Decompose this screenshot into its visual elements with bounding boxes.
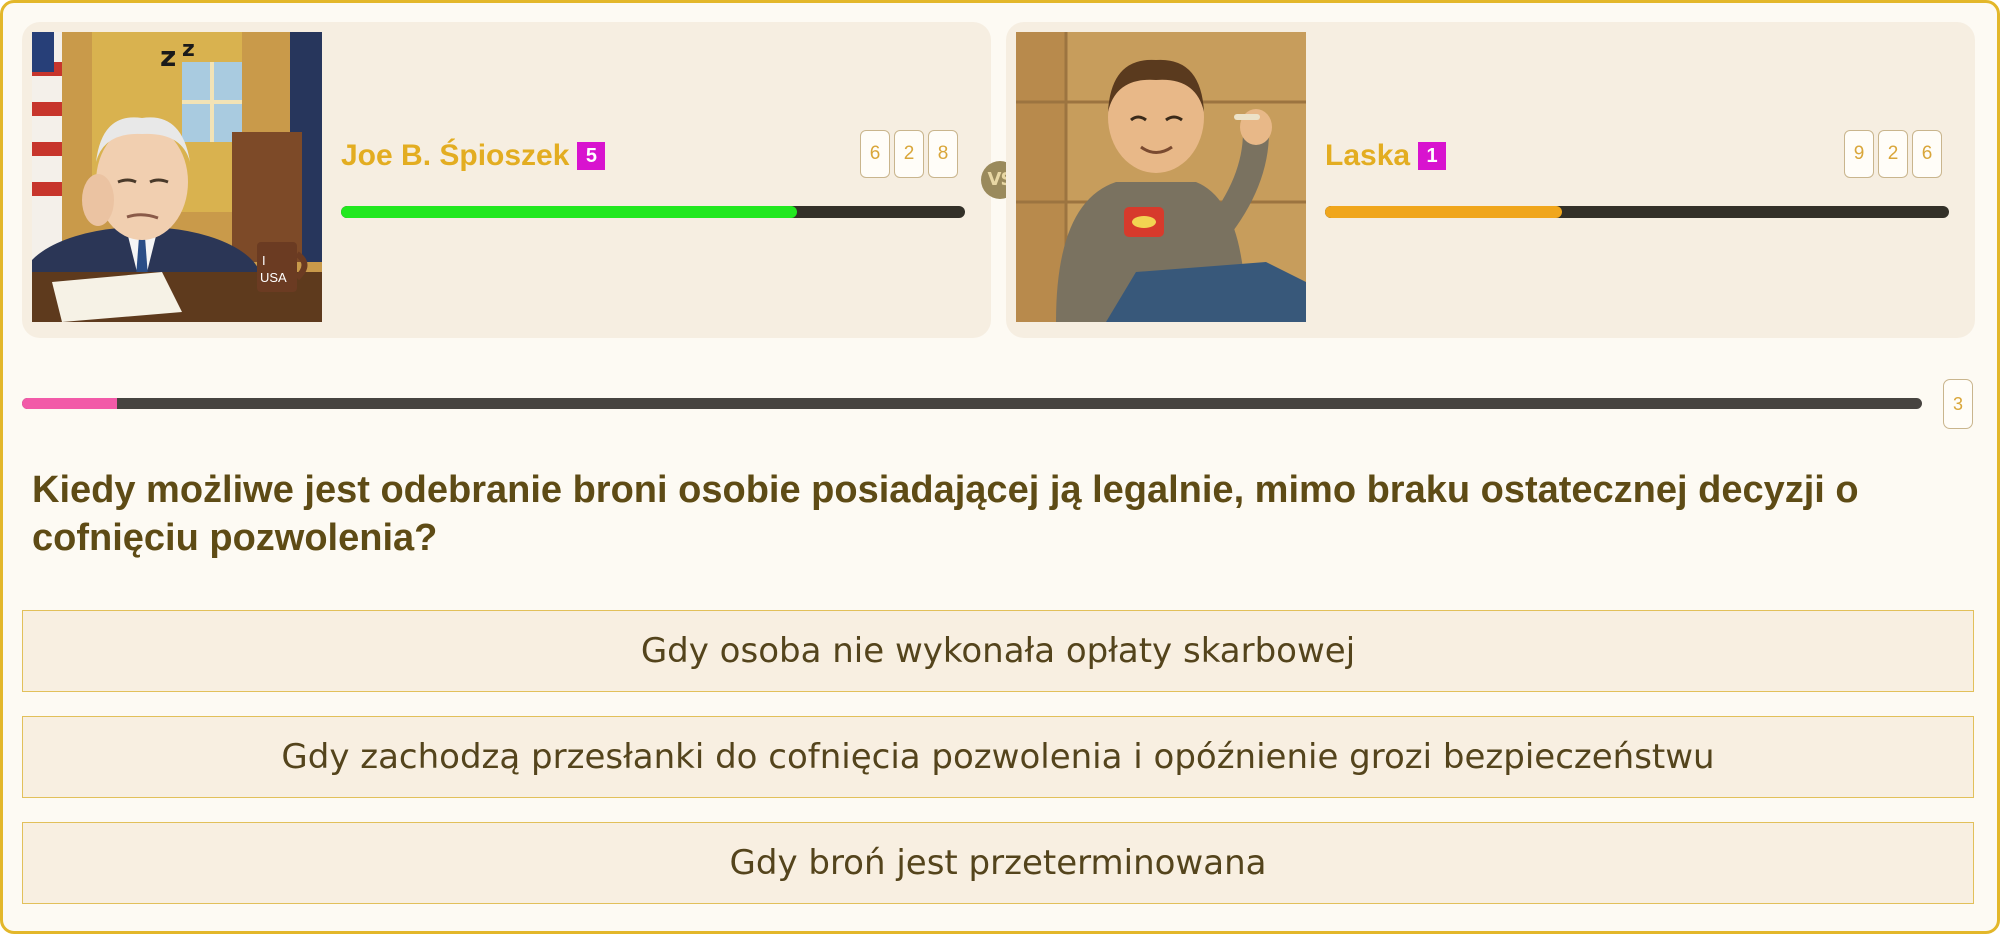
player-2-stats: 9 2 6 bbox=[1844, 130, 1942, 178]
relaxed-man-icon bbox=[1016, 32, 1306, 322]
player-2-health-fill bbox=[1325, 206, 1563, 218]
svg-text:z: z bbox=[160, 40, 176, 73]
question-text: Kiedy możliwe jest odebranie broni osobi… bbox=[32, 469, 1859, 559]
svg-text:USA: USA bbox=[260, 270, 287, 285]
player-2-stat: 2 bbox=[1878, 130, 1908, 178]
player-1-stat: 6 bbox=[860, 130, 890, 178]
timer-bar bbox=[22, 398, 1922, 409]
player-1-health-bar bbox=[341, 206, 965, 218]
player-1-stats: 6 2 8 bbox=[860, 130, 958, 178]
player-1-stat: 2 bbox=[894, 130, 924, 178]
answer-option[interactable]: Gdy zachodzą przesłanki do cofnięcia poz… bbox=[22, 716, 1974, 798]
player-card-1: I USA z z Joe B. Śpioszek 5 6 2 8 bbox=[22, 22, 991, 338]
player-2-health-bar bbox=[1325, 206, 1949, 218]
player-2-avatar bbox=[1016, 32, 1306, 322]
player-1-stat: 8 bbox=[928, 130, 958, 178]
answer-option[interactable]: Gdy broń jest przeterminowana bbox=[22, 822, 1974, 904]
player-2-name: Laska 1 bbox=[1325, 139, 1447, 173]
player-1-health-fill bbox=[341, 206, 797, 218]
answer-option[interactable]: Gdy osoba nie wykonała opłaty skarbowej bbox=[22, 610, 1974, 692]
svg-text:z: z bbox=[182, 37, 195, 62]
player-2-stat: 6 bbox=[1912, 130, 1942, 178]
round-counter: 3 bbox=[1943, 379, 1973, 429]
player-1-name-text: Joe B. Śpioszek bbox=[341, 139, 570, 172]
sleepy-president-icon: I USA z z bbox=[32, 32, 322, 322]
player-1-level-badge: 5 bbox=[577, 142, 606, 170]
player-2-name-text: Laska bbox=[1325, 139, 1411, 172]
player-1-avatar: I USA z z bbox=[32, 32, 322, 322]
player-card-2: Laska 1 9 2 6 bbox=[1006, 22, 1975, 338]
svg-text:I: I bbox=[262, 253, 266, 268]
player-2-stat: 9 bbox=[1844, 130, 1874, 178]
player-1-name: Joe B. Śpioszek 5 bbox=[341, 139, 606, 173]
timer-fill bbox=[22, 398, 117, 409]
player-2-level-badge: 1 bbox=[1418, 142, 1447, 170]
